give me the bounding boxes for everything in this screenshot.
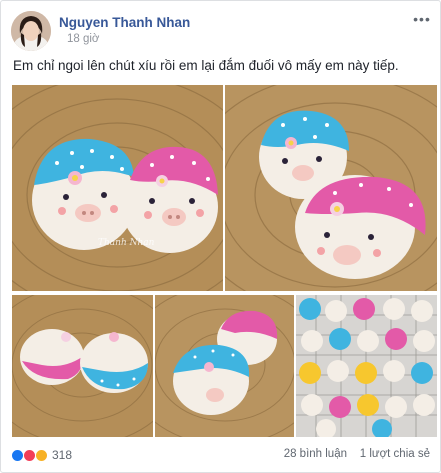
wow-reaction-icon [35,448,48,462]
shares-count-link[interactable]: 1 lượt chia sẻ [360,448,430,460]
post-text: Em chỉ ngoi lên chút xíu rồi em lại đắm … [13,58,399,73]
post-card: Nguyen Thanh Nhan 18 giờ ••• Em chỉ ngoi… [0,0,441,473]
author-name[interactable]: Nguyen Thanh Nhan [59,15,190,30]
post-header: Nguyen Thanh Nhan 18 giờ ••• [11,11,432,51]
more-options-icon[interactable]: ••• [412,12,432,29]
post-photo-4[interactable] [155,295,294,437]
reaction-count: 318 [52,448,73,462]
post-photo-3[interactable] [12,295,153,437]
post-photo-1[interactable]: Thanh Nhan [12,85,223,291]
comments-count-link[interactable]: 28 bình luận [284,448,347,460]
photo-watermark: Thanh Nhan [98,238,155,248]
post-photo-5[interactable] [296,295,437,437]
engagement-stats: 28 bình luận 1 lượt chia sẻ [284,448,430,460]
reactions-summary[interactable]: 318 [11,447,72,463]
post-footer: 318 28 bình luận 1 lượt chia sẻ [11,445,432,465]
author-avatar[interactable] [11,11,51,51]
post-timestamp[interactable]: 18 giờ [67,33,99,45]
post-photo-2[interactable] [225,85,437,291]
